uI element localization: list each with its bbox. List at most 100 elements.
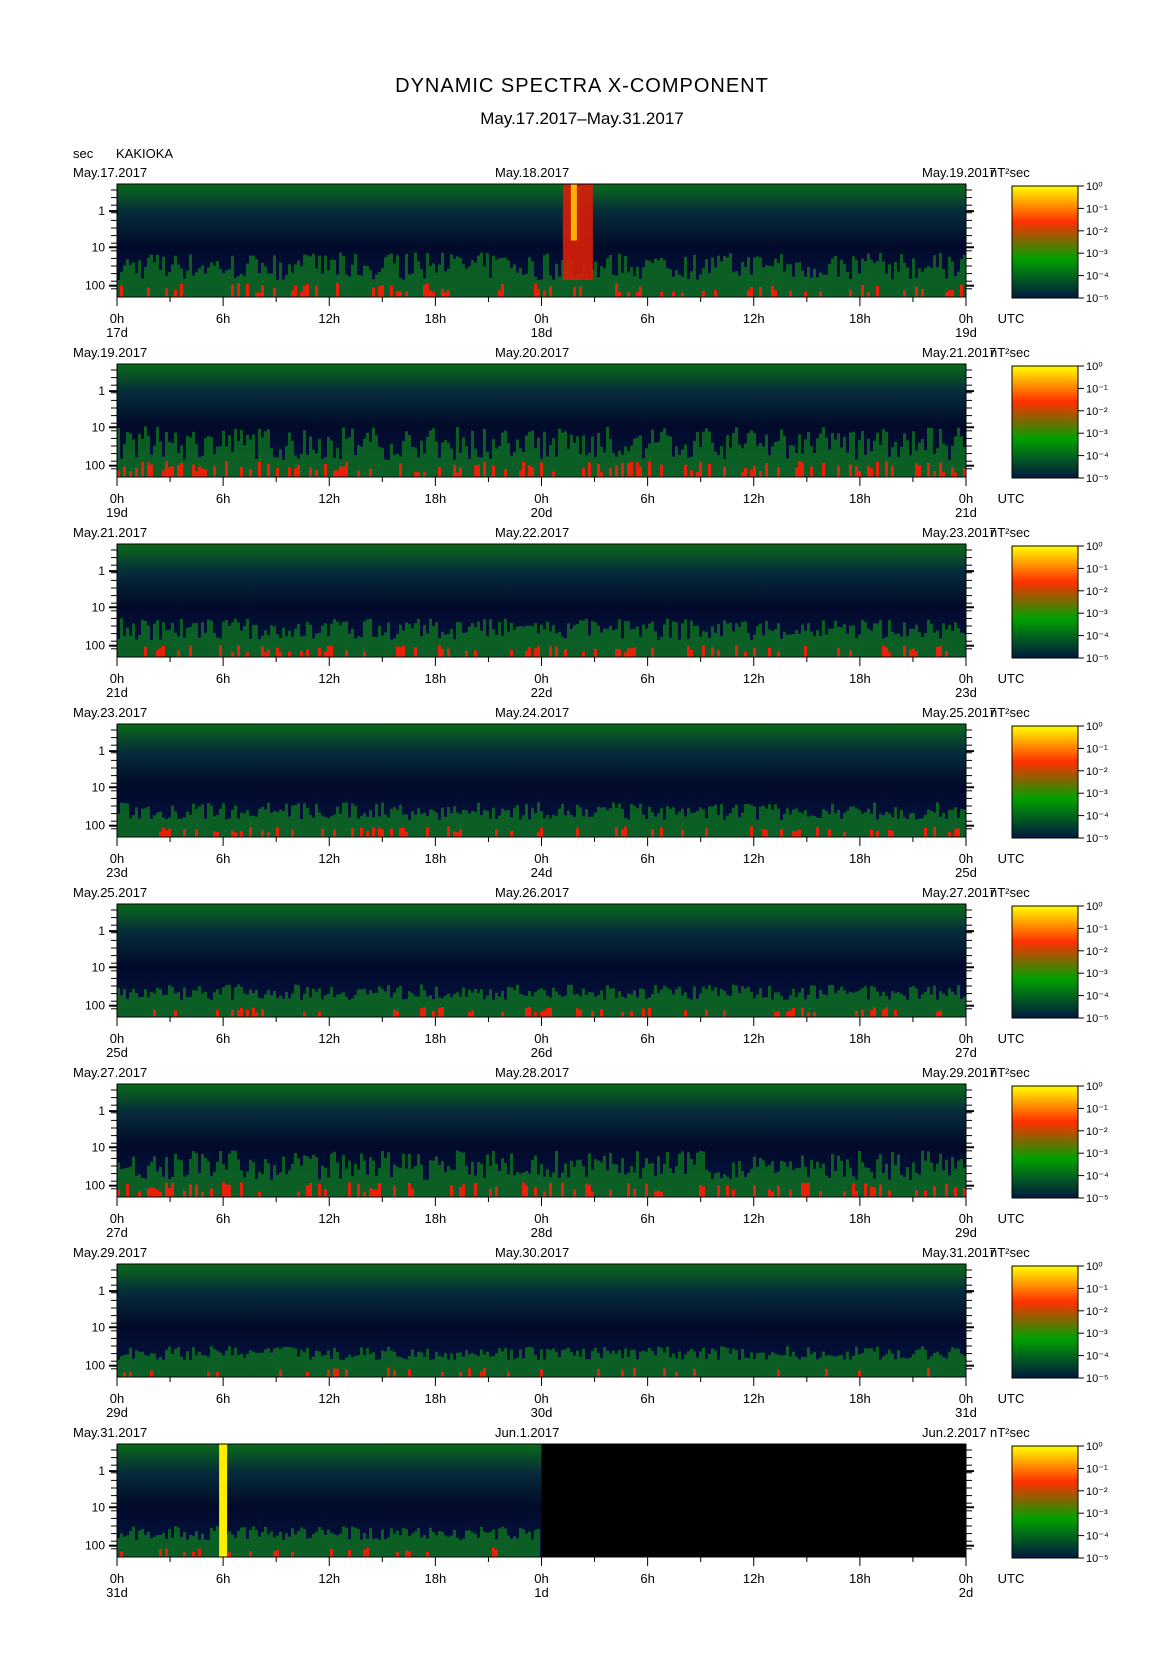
colorbar-label: 10⁻³: [1086, 248, 1108, 260]
spectrum-band: [726, 1348, 729, 1377]
spectrum-band: [570, 434, 573, 477]
spectrum-band: [483, 809, 486, 837]
spectrum-band: [486, 995, 489, 1017]
spectrum-band: [714, 290, 717, 297]
spectrum-band: [765, 830, 768, 837]
x-tick-label: 0h: [534, 1211, 548, 1226]
x-tick-label: 18h: [849, 1031, 871, 1046]
panel-date-right: May.23.2017: [922, 525, 996, 540]
spectrum-band: [300, 650, 303, 657]
spectrum-band: [366, 994, 369, 1017]
spectrum-band: [831, 258, 834, 297]
spectrum-band: [684, 256, 687, 297]
spectrum-band: [960, 1158, 963, 1197]
spectrum-band: [585, 455, 588, 477]
spectrum-band: [717, 454, 720, 477]
spectrum-band: [303, 635, 306, 657]
spectrum-band: [861, 1009, 864, 1017]
spectrum-band: [465, 446, 468, 477]
spectrum-band: [219, 645, 222, 657]
spectrum-band: [576, 624, 579, 657]
spectrum-band: [672, 291, 675, 297]
spectrum-band: [909, 813, 912, 837]
spectrum-band: [408, 274, 411, 297]
spectrum-band: [888, 1190, 891, 1197]
spectrum-band: [678, 454, 681, 477]
spectrum-band: [942, 623, 945, 657]
spectrum-band: [627, 292, 630, 297]
spectrum-band: [462, 987, 465, 1017]
panel-date-left: May.21.2017: [73, 525, 147, 540]
spectrum-band: [573, 994, 576, 1017]
spectrum-band: [336, 621, 339, 657]
spectrum-band: [222, 803, 225, 837]
colorbar-label: 10⁻²: [1086, 226, 1108, 238]
spectrum-band: [759, 287, 762, 297]
spectrum-band: [417, 618, 420, 657]
spectrum-band: [333, 619, 336, 657]
spectrum-band: [759, 623, 762, 657]
spectrum-band: [396, 1356, 399, 1377]
colorbar-label: 10⁻⁴: [1086, 631, 1109, 643]
spectrum-band: [177, 264, 180, 297]
panel-date-left: May.29.2017: [73, 1245, 147, 1260]
spectrum-band: [534, 813, 537, 837]
spectrum-band: [426, 1348, 429, 1377]
spectrum-band: [834, 1170, 837, 1197]
spectrum-band: [120, 995, 123, 1017]
spectrum-band: [492, 465, 495, 477]
spectrum-band: [186, 435, 189, 477]
spectrum-band: [873, 1351, 876, 1377]
spectrum-band: [462, 1356, 465, 1377]
spectrum-band: [252, 815, 255, 837]
spectrum-band: [720, 446, 723, 477]
spectrum-band: [510, 267, 513, 297]
x-tick-label: 12h: [743, 671, 765, 686]
spectrum-band: [873, 440, 876, 477]
spectrum-band: [438, 819, 441, 837]
spectrum-band: [384, 632, 387, 657]
spectrum-band: [372, 636, 375, 657]
spectrum-band: [471, 430, 474, 477]
colorbar: [1011, 905, 1079, 1019]
spectrum-band: [612, 1350, 615, 1377]
spectrum-band: [462, 1184, 465, 1197]
spectrum-band: [192, 1151, 195, 1197]
colorbar-label: 10⁻³: [1086, 788, 1108, 800]
spectrum-band: [882, 1356, 885, 1377]
spectrum-band: [450, 628, 453, 657]
spectrum-band: [477, 1161, 480, 1197]
spectrum-band: [420, 269, 423, 297]
spectrum-band: [645, 998, 648, 1017]
spectrum-band: [921, 1346, 924, 1377]
spectrum-band: [381, 635, 384, 657]
spectrum-band: [825, 995, 828, 1017]
spectrum-band: [561, 432, 564, 477]
x-tick-label: 6h: [216, 491, 230, 506]
spectrum-band: [330, 259, 333, 297]
spectrum-band: [237, 818, 240, 837]
spectrum-band: [864, 261, 867, 297]
spectrum-band: [174, 632, 177, 657]
spectrum-band: [513, 807, 516, 837]
spectrum-band: [270, 273, 273, 297]
spectrum-band: [717, 1185, 720, 1197]
spectrum-band: [480, 630, 483, 657]
spectrum-band: [198, 268, 201, 297]
spectrum-band: [126, 1535, 129, 1557]
spectrum-band: [567, 1347, 570, 1377]
spectrum-band: [153, 1353, 156, 1377]
spectrum-band: [519, 1527, 522, 1557]
y-tick-label: 1: [98, 384, 105, 398]
spectrum-band: [396, 646, 399, 657]
spectrum-band: [774, 290, 777, 297]
spectrum-band: [765, 463, 768, 477]
spectrum-band: [360, 275, 363, 297]
spectrum-band: [309, 467, 312, 477]
spectrum-band: [960, 998, 963, 1017]
spectrum-band: [432, 1160, 435, 1197]
spectrum-band: [258, 1191, 261, 1197]
spectrum-band: [810, 631, 813, 657]
spectrum-band: [357, 1529, 360, 1557]
spectrum-band: [441, 1161, 444, 1197]
